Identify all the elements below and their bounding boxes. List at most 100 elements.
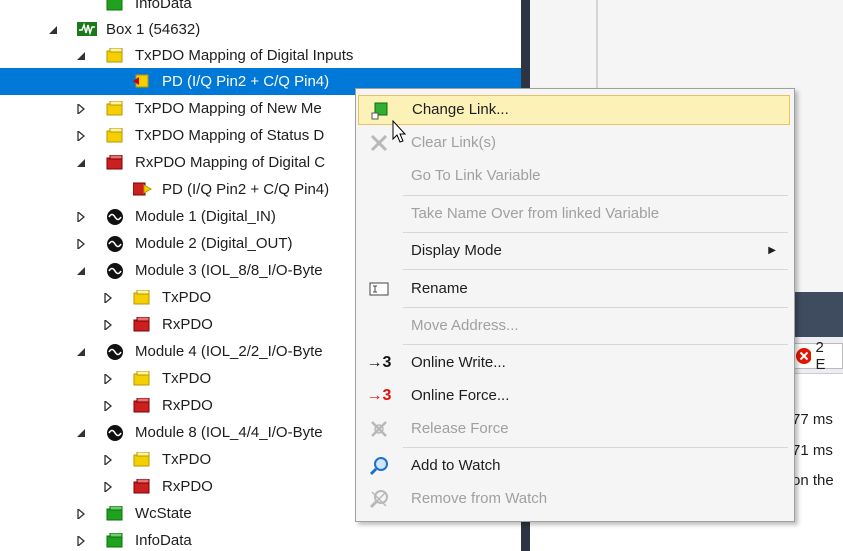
tree-row-infodata-top[interactable]: InfoData [0,0,521,17]
red-folder-icon [133,478,151,495]
menu-item-label: Clear Link(s) [411,134,497,151]
tree-row-label: TxPDO Mapping of Digital Inputs [135,47,354,64]
tree-row-txpdo-digital-inputs[interactable]: TxPDO Mapping of Digital Inputs [0,42,521,69]
error-count-button[interactable]: 2 E [790,339,843,373]
menu-item-move-address[interactable]: Move Address... [358,311,790,341]
module-icon [106,424,124,441]
menu-item-add-to-watch[interactable]: Add to Watch [358,451,790,481]
tree-row-label: Module 1 (Digital_IN) [135,208,276,225]
menu-item-rename[interactable]: Rename [358,274,790,304]
menu-separator [403,269,788,270]
menu-separator [403,447,788,448]
red-folder-icon [133,316,151,333]
menu-item-label: Online Write... [411,354,506,371]
expanded-arrow-icon[interactable] [75,265,87,277]
menu-item-online-write[interactable]: →3 Online Write... [358,348,790,378]
green-folder-icon [106,505,124,522]
tree-row-label: PD (I/Q Pin2 + C/Q Pin4) [162,181,330,198]
module-icon [106,262,124,279]
menu-separator [403,307,788,308]
tree-row-label: InfoData [135,532,192,549]
module-icon [106,208,124,225]
collapsed-arrow-icon[interactable] [102,373,114,385]
tree-row-label: RxPDO Mapping of Digital C [135,154,326,171]
tree-row-label: Module 3 (IOL_8/8_I/O-Byte [135,262,323,279]
output-line: on the [792,472,834,489]
online-force-icon: →3 [366,387,392,404]
output-variable-icon [132,181,153,197]
menu-item-label: Go To Link Variable [411,167,541,184]
input-variable-icon [133,73,151,89]
red-folder-icon [133,397,151,414]
menu-item-label: Display Mode [411,242,502,259]
tree-row-label: WcState [135,505,192,522]
mouse-cursor-icon [392,119,408,148]
online-write-icon: →3 [366,354,392,371]
collapsed-arrow-icon[interactable] [75,535,87,547]
expanded-arrow-icon[interactable] [75,427,87,439]
menu-item-take-name-over[interactable]: Take Name Over from linked Variable [358,199,790,229]
context-menu: Change Link... Clear Link(s) Go To Link … [355,88,795,522]
tree-row-label: TxPDO Mapping of Status D [135,127,325,144]
green-folder-icon [106,532,124,549]
menu-item-label: Change Link... [412,101,509,118]
menu-separator [403,195,788,196]
tree-row-label: RxPDO [162,397,213,414]
menu-separator [403,344,788,345]
collapsed-arrow-icon[interactable] [102,292,114,304]
module-icon [106,343,124,360]
collapsed-arrow-icon[interactable] [75,130,87,142]
menu-item-clear-links[interactable]: Clear Link(s) [358,128,790,158]
tree-row-label: TxPDO [162,451,212,468]
tree-row-label: Module 8 (IOL_4/4_I/O-Byte [135,424,323,441]
menu-item-go-to-link-variable[interactable]: Go To Link Variable [358,161,790,191]
expanded-arrow-icon[interactable] [75,50,87,62]
tree-row-label: TxPDO [162,370,212,387]
expanded-arrow-icon[interactable] [75,346,87,358]
box-device-icon [77,21,97,37]
menu-separator [403,232,788,233]
yellow-folder-icon [133,289,151,306]
tree-row-infodata[interactable]: InfoData [0,527,521,551]
tree-row-label: RxPDO [162,478,213,495]
collapsed-arrow-icon[interactable] [102,319,114,331]
rename-icon [368,279,390,299]
expanded-arrow-icon[interactable] [75,157,87,169]
submenu-arrow-icon: ▶ [768,245,776,256]
release-force-icon [368,419,390,439]
tree-row-label: Module 2 (Digital_OUT) [135,235,293,252]
collapsed-arrow-icon[interactable] [102,454,114,466]
menu-item-label: Online Force... [411,387,510,404]
error-icon [796,348,812,364]
change-link-icon [369,101,391,121]
collapsed-arrow-icon[interactable] [75,103,87,115]
tree-row-label: Box 1 (54632) [106,21,201,38]
remove-watch-icon [368,489,390,509]
expanded-arrow-icon[interactable] [47,24,59,36]
tree-row-label: PD (I/Q Pin2 + C/Q Pin4) [162,73,330,90]
output-line: 77 ms [792,411,833,428]
collapsed-arrow-icon[interactable] [75,508,87,520]
menu-item-release-force[interactable]: Release Force [358,414,790,444]
menu-item-display-mode[interactable]: Display Mode ▶ [358,236,790,266]
menu-item-label: Rename [411,280,468,297]
tree-row-label: Module 4 (IOL_2/2_I/O-Byte [135,343,323,360]
menu-item-label: Take Name Over from linked Variable [411,205,660,222]
menu-item-label: Release Force [411,420,509,437]
yellow-folder-icon [106,47,124,64]
menu-item-change-link[interactable]: Change Link... [358,95,790,125]
yellow-folder-icon [133,370,151,387]
collapsed-arrow-icon[interactable] [75,211,87,223]
tree-row-label: RxPDO [162,316,213,333]
menu-item-online-force[interactable]: →3 Online Force... [358,381,790,411]
menu-item-remove-from-watch[interactable]: Remove from Watch [358,484,790,514]
menu-item-label: Remove from Watch [411,490,548,507]
collapsed-arrow-icon[interactable] [102,481,114,493]
tree-row-box1[interactable]: Box 1 (54632) [0,16,521,43]
collapsed-arrow-icon[interactable] [102,400,114,412]
yellow-folder-icon [133,451,151,468]
tree-row-label: TxPDO [162,289,212,306]
output-line: 71 ms [792,442,833,459]
yellow-folder-icon [106,100,124,117]
collapsed-arrow-icon[interactable] [75,238,87,250]
